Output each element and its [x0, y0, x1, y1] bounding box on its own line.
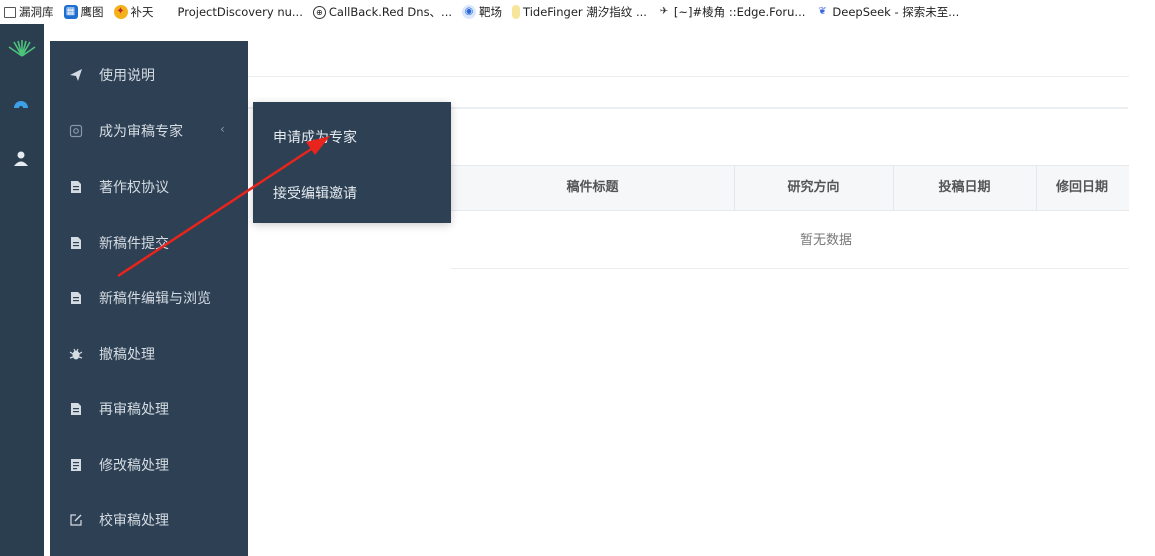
- document-icon: [69, 236, 83, 250]
- tidefinger-icon: [512, 5, 521, 19]
- submenu-item-apply-expert[interactable]: 申请成为专家: [273, 127, 357, 147]
- folder-icon: [4, 6, 16, 18]
- bookmark-label: [~]#棱角 ::Edge.Foru...: [673, 5, 806, 19]
- edit-icon: [69, 513, 83, 527]
- sidebar-item-revision[interactable]: 修改稿处理: [50, 437, 248, 493]
- bookmark-label: TideFinger 潮汐指纹 ...: [523, 5, 647, 19]
- sidebar-item-label: 著作权协议: [99, 180, 169, 196]
- globe-icon: ⊕: [312, 5, 326, 19]
- butian-icon: ✦: [113, 5, 128, 19]
- form-icon: [69, 458, 83, 472]
- table-row-divider: [451, 268, 1131, 269]
- bookmark-item[interactable]: ⊕ CallBack.Red Dns、...: [312, 4, 453, 20]
- bookmark-item[interactable]: ProjectDiscovery nu...: [178, 5, 303, 19]
- deepseek-icon: ❦: [818, 6, 827, 17]
- sidebar-item-copyright-agreement[interactable]: 著作权协议: [50, 159, 248, 215]
- icon-rail: [0, 24, 44, 556]
- edge-forum-icon: ✈: [659, 6, 669, 17]
- sidebar-menu: 使用说明 成为审稿专家 ‹ 著作权协议 新稿件提交 新稿件编辑与浏览 撤稿处理: [50, 41, 248, 556]
- bookmark-item[interactable]: ◉ 靶场: [462, 4, 502, 20]
- table-header: 稿件标题 研究方向 投稿日期 修回日期: [451, 165, 1131, 211]
- bookmark-label: DeepSeek - 探索未至...: [832, 5, 960, 19]
- sidebar-item-label: 修改稿处理: [99, 458, 169, 474]
- document-icon: [69, 180, 83, 194]
- user-icon[interactable]: [12, 150, 30, 168]
- sidebar-item-edit-browse[interactable]: 新稿件编辑与浏览: [50, 270, 248, 326]
- document-icon: [69, 402, 83, 416]
- bookmark-item[interactable]: ✈ [~]#棱角 ::Edge.Foru...: [657, 4, 806, 20]
- dashboard-icon[interactable]: [12, 96, 30, 114]
- bookmark-item[interactable]: ✦ 补天: [113, 4, 154, 20]
- expand-arrow-icon: ‹: [220, 122, 225, 136]
- bookmark-item[interactable]: TideFinger 潮汐指纹 ...: [512, 4, 647, 20]
- bug-icon: [69, 347, 83, 361]
- shield-icon: ◉: [462, 5, 477, 19]
- sidebar-item-re-review[interactable]: 再审稿处理: [50, 381, 248, 437]
- sidebar-item-label: 再审稿处理: [99, 402, 169, 418]
- sidebar-item-new-submission[interactable]: 新稿件提交: [50, 215, 248, 271]
- submenu-flyout: 申请成为专家 接受编辑邀请: [253, 102, 451, 223]
- content-header: [248, 24, 1155, 77]
- certificate-icon: [69, 124, 83, 138]
- bookmark-label: 补天: [130, 5, 154, 19]
- sidebar-item-label: 撤稿处理: [99, 347, 155, 363]
- paper-plane-icon: [69, 68, 83, 82]
- column-submission-date: 投稿日期: [938, 180, 991, 195]
- sidebar-item-label: 新稿件编辑与浏览: [99, 291, 211, 307]
- empty-state-text: 暂无数据: [800, 233, 853, 248]
- column-title: 稿件标题: [566, 180, 619, 195]
- bookmark-item[interactable]: ▦ 鹰图: [63, 4, 104, 20]
- sidebar-item-withdrawal[interactable]: 撤稿处理: [50, 326, 248, 382]
- bookmark-bar: 漏洞库 ▦ 鹰图 ✦ 补天 ProjectDiscovery nu... ⊕ C…: [0, 0, 1155, 24]
- document-icon: [69, 291, 83, 305]
- sidebar-item-label: 成为审稿专家: [99, 124, 183, 140]
- sidebar-item-label: 使用说明: [99, 68, 155, 84]
- sidebar-item-proofreading[interactable]: 校审稿处理: [50, 492, 248, 548]
- sidebar-item-usage-guide[interactable]: 使用说明: [50, 47, 248, 103]
- column-divider: [1036, 166, 1037, 210]
- sidebar-item-become-reviewer[interactable]: 成为审稿专家 ‹: [50, 103, 248, 159]
- bookmark-label: 鹰图: [80, 5, 104, 19]
- bookmark-label: 靶场: [479, 5, 503, 19]
- leaf-logo-icon: [8, 40, 36, 57]
- bookmark-label: CallBack.Red Dns、...: [328, 5, 453, 19]
- sidebar-item-label: 新稿件提交: [99, 236, 169, 252]
- bookmark-item[interactable]: ❦ DeepSeek - 探索未至...: [815, 4, 959, 20]
- submenu-item-accept-invitation[interactable]: 接受编辑邀请: [273, 183, 357, 203]
- bookmark-item[interactable]: 漏洞库: [4, 4, 54, 20]
- sidebar-item-label: 校审稿处理: [99, 513, 169, 529]
- column-research-area: 研究方向: [787, 180, 840, 195]
- page-edge: [1129, 24, 1155, 556]
- bookmark-label: 漏洞库: [19, 5, 54, 19]
- bookmark-label: ProjectDiscovery nu...: [177, 5, 303, 19]
- hunter-icon: ▦: [63, 5, 78, 19]
